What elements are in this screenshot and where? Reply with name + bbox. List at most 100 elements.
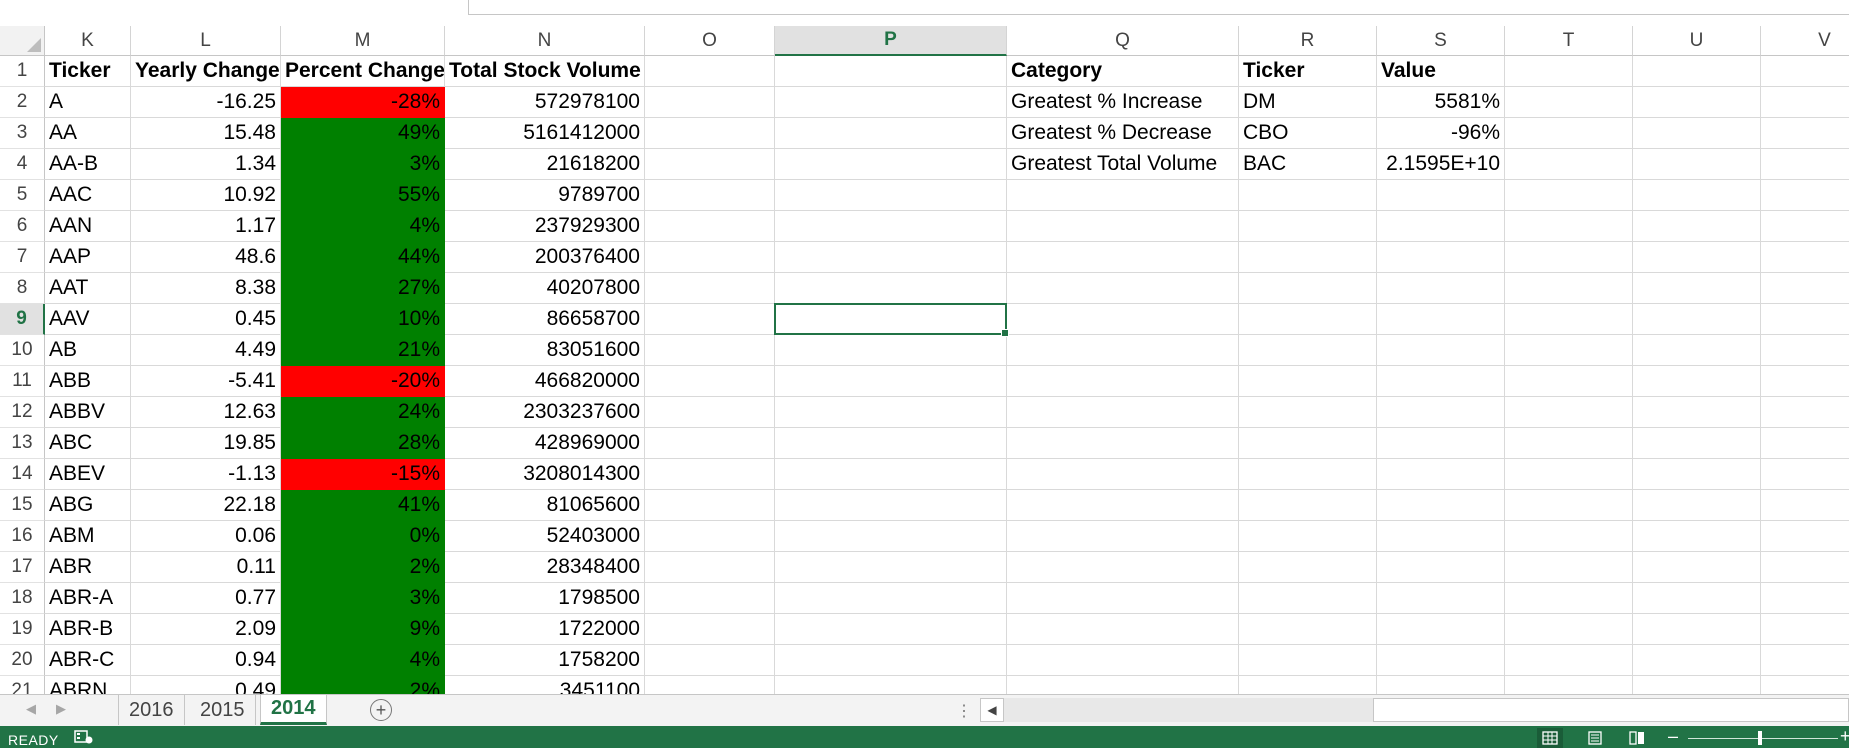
cell-empty[interactable] <box>1761 583 1849 614</box>
cell-percent-change[interactable]: 44% <box>281 242 445 273</box>
cell-summary-ticker[interactable]: DM <box>1239 87 1377 118</box>
cell-empty[interactable] <box>1505 552 1633 583</box>
cell-empty[interactable] <box>1505 583 1633 614</box>
cell-empty[interactable] <box>1633 366 1761 397</box>
row-header[interactable]: 1 <box>0 56 45 87</box>
cell-category[interactable] <box>1007 490 1239 521</box>
row-header[interactable]: 14 <box>0 459 45 490</box>
select-all-corner[interactable] <box>0 26 45 56</box>
cell-summary-ticker[interactable] <box>1239 459 1377 490</box>
cell-empty[interactable] <box>1633 149 1761 180</box>
cell-summary-value[interactable] <box>1377 459 1505 490</box>
cell-ticker[interactable]: AAN <box>45 211 131 242</box>
cell-empty[interactable] <box>645 490 775 521</box>
cell-empty[interactable] <box>1633 583 1761 614</box>
zoom-slider-thumb[interactable] <box>1758 731 1762 745</box>
cell-yearly-change[interactable]: 2.09 <box>131 614 281 645</box>
cell-category[interactable] <box>1007 335 1239 366</box>
cell-empty[interactable] <box>1505 366 1633 397</box>
row-header[interactable]: 6 <box>0 211 45 242</box>
cell-summary-value[interactable]: 5581% <box>1377 87 1505 118</box>
cell-total-volume[interactable]: 86658700 <box>445 304 645 335</box>
cell-summary-ticker[interactable] <box>1239 335 1377 366</box>
cell-total-volume[interactable]: 428969000 <box>445 428 645 459</box>
cell-total-volume[interactable]: 1722000 <box>445 614 645 645</box>
cell-empty[interactable] <box>775 118 1007 149</box>
tab-2016[interactable]: 2016 <box>118 695 185 725</box>
cell-empty[interactable] <box>645 211 775 242</box>
cell-empty[interactable] <box>645 242 775 273</box>
column-header-q[interactable]: Q <box>1007 26 1239 56</box>
column-header-l[interactable]: L <box>131 26 281 56</box>
cell-total-volume[interactable]: 40207800 <box>445 273 645 304</box>
cell-yearly-change[interactable]: 1.34 <box>131 149 281 180</box>
cell-empty[interactable] <box>775 273 1007 304</box>
cell-summary-value[interactable] <box>1377 397 1505 428</box>
cell-category[interactable] <box>1007 583 1239 614</box>
cell-empty[interactable] <box>645 552 775 583</box>
cell-category[interactable]: Greatest Total Volume <box>1007 149 1239 180</box>
cell-percent-change[interactable]: 24% <box>281 397 445 428</box>
cell-empty[interactable] <box>1761 676 1849 694</box>
cell-empty[interactable] <box>1505 118 1633 149</box>
cell-empty[interactable] <box>1505 242 1633 273</box>
cell-ticker[interactable]: ABR-A <box>45 583 131 614</box>
cell-ticker[interactable]: Ticker <box>45 56 131 87</box>
cell-total-volume[interactable]: 466820000 <box>445 366 645 397</box>
cell-summary-ticker[interactable] <box>1239 273 1377 304</box>
cell-summary-value[interactable]: 2.1595E+10 <box>1377 149 1505 180</box>
cell-empty[interactable] <box>645 87 775 118</box>
cell-empty[interactable] <box>1761 521 1849 552</box>
cell-empty[interactable] <box>1633 459 1761 490</box>
tab-scroll-right-icon[interactable]: ▶ <box>56 701 66 717</box>
cell-category[interactable] <box>1007 459 1239 490</box>
cell-summary-ticker[interactable] <box>1239 428 1377 459</box>
cell-empty[interactable] <box>1505 645 1633 676</box>
cell-ticker[interactable]: AA-B <box>45 149 131 180</box>
cell-percent-change[interactable]: 27% <box>281 273 445 304</box>
cell-summary-value[interactable] <box>1377 366 1505 397</box>
cell-empty[interactable] <box>645 521 775 552</box>
cell-empty[interactable] <box>775 149 1007 180</box>
zoom-out-button[interactable]: – <box>1668 726 1678 747</box>
cell-yearly-change[interactable]: -5.41 <box>131 366 281 397</box>
cell-summary-value[interactable] <box>1377 645 1505 676</box>
cell-category[interactable] <box>1007 521 1239 552</box>
cell-empty[interactable] <box>1633 490 1761 521</box>
column-header-p[interactable]: P <box>775 26 1007 56</box>
row-header[interactable]: 21 <box>0 676 45 694</box>
cell-empty[interactable] <box>645 428 775 459</box>
cell-empty[interactable] <box>645 366 775 397</box>
cell-empty[interactable] <box>645 273 775 304</box>
cell-ticker[interactable]: AA <box>45 118 131 149</box>
cell-category[interactable] <box>1007 428 1239 459</box>
cell-yearly-change[interactable]: Yearly Change <box>131 56 281 87</box>
cell-category[interactable] <box>1007 180 1239 211</box>
cell-summary-value[interactable] <box>1377 335 1505 366</box>
cell-ticker[interactable]: ABR-B <box>45 614 131 645</box>
row-header[interactable]: 10 <box>0 335 45 366</box>
cell-summary-value[interactable] <box>1377 180 1505 211</box>
cell-ticker[interactable]: ABR <box>45 552 131 583</box>
cell-ticker[interactable]: AAT <box>45 273 131 304</box>
cell-summary-value[interactable]: -96% <box>1377 118 1505 149</box>
cell-category[interactable] <box>1007 645 1239 676</box>
cell-empty[interactable] <box>1505 304 1633 335</box>
cell-empty[interactable] <box>1761 397 1849 428</box>
cell-ticker[interactable]: ABG <box>45 490 131 521</box>
cell-yearly-change[interactable]: 10.92 <box>131 180 281 211</box>
cell-empty[interactable] <box>775 87 1007 118</box>
cell-ticker[interactable]: AAV <box>45 304 131 335</box>
cell-summary-ticker[interactable] <box>1239 490 1377 521</box>
cell-ticker[interactable]: ABBV <box>45 397 131 428</box>
cell-summary-value[interactable] <box>1377 211 1505 242</box>
cell-empty[interactable] <box>1761 552 1849 583</box>
cell-empty[interactable] <box>645 614 775 645</box>
cell-empty[interactable] <box>1633 676 1761 694</box>
cell-percent-change[interactable]: 2% <box>281 676 445 694</box>
cell-empty[interactable] <box>775 180 1007 211</box>
cell-yearly-change[interactable]: 0.49 <box>131 676 281 694</box>
cell-empty[interactable] <box>1633 645 1761 676</box>
cell-empty[interactable] <box>645 583 775 614</box>
cell-summary-value[interactable] <box>1377 304 1505 335</box>
